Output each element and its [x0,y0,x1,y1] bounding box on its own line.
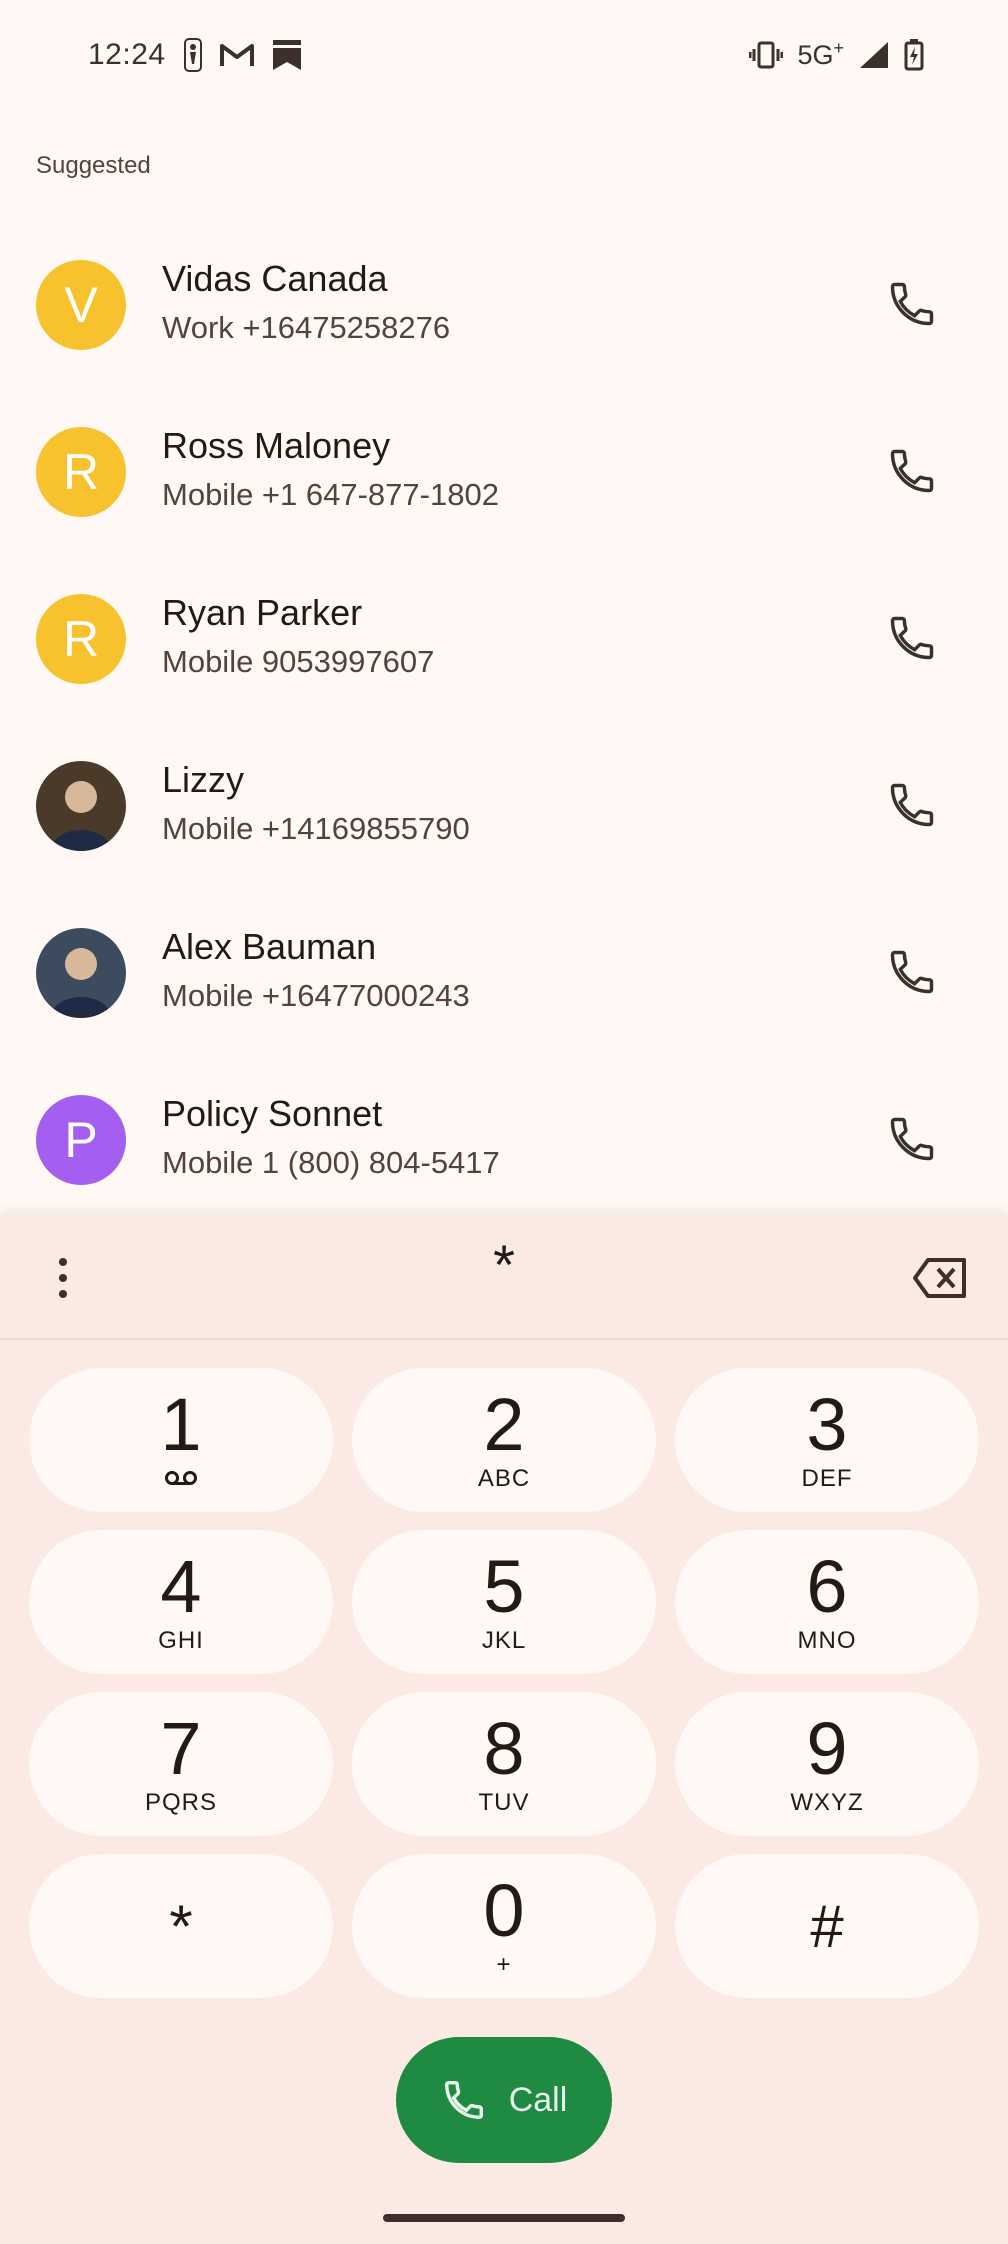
key-digit: 5 [483,1545,525,1628]
call-contact-button[interactable] [886,779,938,831]
dialpad-key-7[interactable]: 7 PQRS [29,1692,333,1836]
key-letters: MNO [797,1627,857,1654]
dialpad-key-2[interactable]: 2 ABC [352,1368,656,1512]
contact-avatar: R [36,594,126,684]
key-digit: 4 [160,1545,202,1628]
phone-icon [890,449,934,493]
network-type: 5G+ [797,38,844,70]
nba-icon [184,38,202,72]
contact-name: Vidas Canada [162,258,388,299]
contact-avatar: P [36,1095,126,1185]
dialpad-key-3[interactable]: 3 DEF [675,1368,979,1512]
key-digit: 6 [806,1545,848,1628]
vibrate-icon [749,41,784,68]
contact-name: Alex Bauman [162,926,377,967]
key-letters: GHI [158,1627,204,1654]
key-digit: * [169,1892,193,1960]
contact-avatar: V [36,260,126,350]
dialpad-key-6[interactable]: 6 MNO [675,1530,979,1674]
backspace-icon[interactable] [912,1256,968,1300]
contact-phone: Mobile 1 (800) 804-5417 [162,1145,500,1180]
signal-icon [860,41,888,68]
contact-row[interactable]: Lizzy Mobile +14169855790 [0,723,1008,890]
phone-icon [890,282,934,326]
contact-row[interactable]: P Policy Sonnet Mobile 1 (800) 804-5417 [0,1057,1008,1224]
contact-avatar [36,928,126,1018]
call-button[interactable]: Call [396,2037,612,2163]
key-letters: WXYZ [790,1789,864,1816]
status-time: 12:24 [88,38,166,71]
home-indicator[interactable] [383,2214,625,2222]
key-digit: 3 [806,1383,848,1466]
dialpad-key-9[interactable]: 9 WXYZ [675,1692,979,1836]
phone-icon [890,950,934,994]
key-digit: 0 [483,1869,525,1952]
contact-phone: Work +16475258276 [162,310,451,345]
phone-icon [890,783,934,827]
key-letters: DEF [801,1465,853,1492]
contact-name: Lizzy [162,759,245,800]
contact-avatar: R [36,427,126,517]
dialpad-key-5[interactable]: 5 JKL [352,1530,656,1674]
dialpad-key-4[interactable]: 4 GHI [29,1530,333,1674]
contact-phone: Mobile +14169855790 [162,811,470,846]
dialpad-key-1[interactable]: 1 [29,1368,333,1512]
suggested-contact-list: V Vidas Canada Work +16475258276 R Ross Malo… [0,222,1008,1224]
dialed-number-row: * [0,1214,1008,1340]
key-letters: PQRS [144,1789,217,1816]
call-contact-button[interactable] [886,1113,938,1165]
phone-icon [890,616,934,660]
contact-phone: Mobile +1 647-877-1802 [162,477,499,512]
bookmark-icon [273,40,301,70]
contact-row[interactable]: V Vidas Canada Work +16475258276 [0,222,1008,389]
phone-icon [444,2081,483,2119]
contact-name: Ross Maloney [162,425,391,466]
dialpad-key-0[interactable]: 0 + [352,1854,656,1998]
call-contact-button[interactable] [886,278,938,330]
key-letters: TUV [478,1789,530,1816]
contact-name: Policy Sonnet [162,1093,383,1134]
voicemail-icon [164,1465,198,1493]
status-bar: 12:24 5G+ [0,0,1008,112]
contact-name: Ryan Parker [162,592,363,633]
notification-icons [184,38,302,72]
suggested-heading: Suggested [36,152,151,179]
contact-phone: Mobile 9053997607 [162,644,435,679]
gmail-icon [220,44,254,66]
system-icons: 5G+ [749,38,924,71]
call-contact-button[interactable] [886,445,938,497]
contact-row[interactable]: Alex Bauman Mobile +16477000243 [0,890,1008,1057]
phone-icon [890,1117,934,1161]
key-digit: 2 [483,1383,525,1466]
call-contact-button[interactable] [886,612,938,664]
key-digit: 1 [160,1383,202,1466]
key-digit: # [810,1892,844,1960]
dialpad-key-star[interactable]: * [29,1854,333,1998]
contact-row[interactable]: R Ryan Parker Mobile 9053997607 [0,556,1008,723]
key-letters: + [496,1951,512,1978]
key-digit: 7 [160,1707,202,1790]
contact-avatar [36,761,126,851]
battery-charging-icon [904,38,924,70]
key-digit: 9 [806,1707,848,1790]
key-letters: JKL [481,1627,527,1654]
call-button-label: Call [508,2080,568,2119]
contact-phone: Mobile +16477000243 [162,978,470,1013]
dialed-number-field[interactable]: * [0,1232,1008,1297]
call-contact-button[interactable] [886,946,938,998]
contact-row[interactable]: R Ross Maloney Mobile +1 647-877-1802 [0,389,1008,556]
key-digit: 8 [483,1707,525,1790]
key-letters: ABC [477,1465,531,1492]
dialpad-key-hash[interactable]: # [675,1854,979,1998]
dialpad-key-8[interactable]: 8 TUV [352,1692,656,1836]
